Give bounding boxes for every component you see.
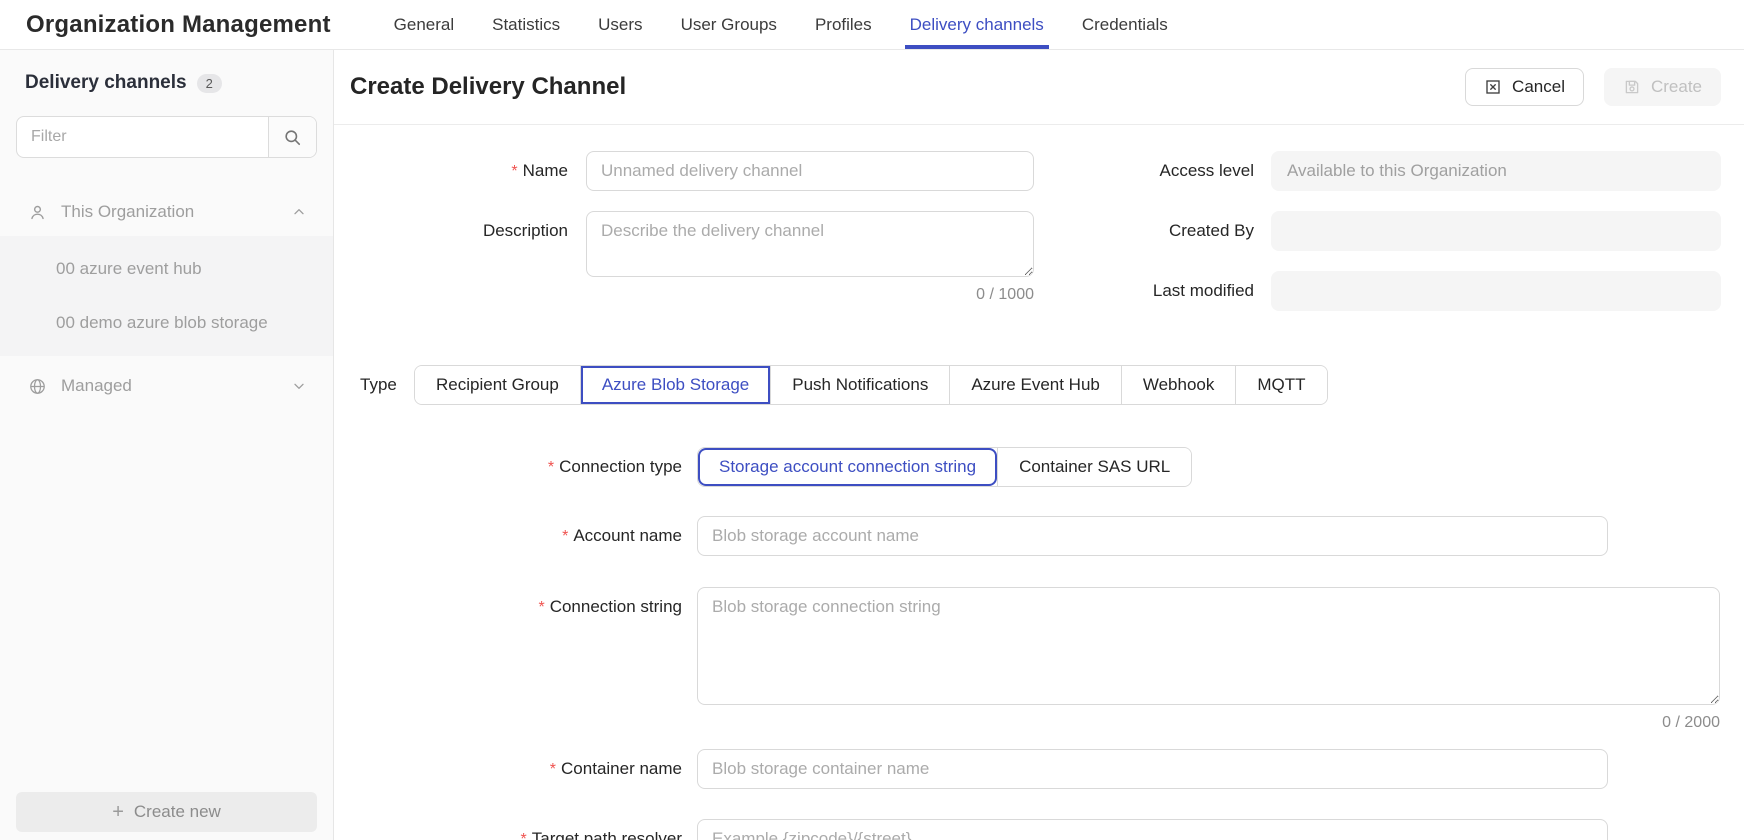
sidebar-group-this-organization[interactable]: This Organization <box>0 188 333 236</box>
connection-string-row: *Connection string 0 / 2000 <box>334 587 1721 732</box>
plus-icon: + <box>112 802 124 822</box>
sidebar-group-label: This Organization <box>61 202 291 222</box>
chevron-up-icon[interactable] <box>291 204 307 220</box>
type-option-recipient-group[interactable]: Recipient Group <box>415 366 580 404</box>
filter-input[interactable] <box>17 117 268 157</box>
sidebar-item-00-demo-azure-blob-storage[interactable]: 00 demo azure blob storage <box>0 296 333 350</box>
target-path-resolver-input[interactable] <box>697 819 1608 840</box>
target-path-resolver-label: *Target path resolver <box>334 819 682 840</box>
created-by-value <box>1271 211 1721 251</box>
top-nav: Organization Management General Statistic… <box>0 0 1744 50</box>
description-label: Description <box>334 211 568 241</box>
connection-type-label: *Connection type <box>334 447 682 477</box>
sidebar-heading: Delivery channels <box>25 72 187 94</box>
app-title: Organization Management <box>0 11 331 39</box>
account-name-row: *Account name <box>334 516 1721 556</box>
name-field-row: *Name <box>334 151 1034 191</box>
type-option-azure-event-hub[interactable]: Azure Event Hub <box>949 366 1121 404</box>
name-input[interactable] <box>586 151 1034 191</box>
description-counter: 0 / 1000 <box>586 286 1034 304</box>
type-option-webhook[interactable]: Webhook <box>1121 366 1236 404</box>
sidebar-group-label: Managed <box>61 376 291 396</box>
save-icon <box>1623 78 1641 96</box>
sidebar: Delivery channels 2 <box>0 50 334 840</box>
name-label: *Name <box>334 151 568 181</box>
chevron-down-icon[interactable] <box>291 378 307 394</box>
nav-tab-user-groups[interactable]: User Groups <box>679 0 779 49</box>
nav-tab-credentials[interactable]: Credentials <box>1080 0 1170 49</box>
filter-box <box>16 116 317 158</box>
required-asterisk: * <box>562 528 568 545</box>
filter-search-button[interactable] <box>268 117 316 157</box>
last-modified-value <box>1271 271 1721 311</box>
container-name-input[interactable] <box>697 749 1608 789</box>
required-asterisk: * <box>511 163 517 180</box>
created-by-row: Created By <box>1074 211 1721 251</box>
sidebar-group-managed[interactable]: Managed <box>0 362 333 410</box>
page-header: Create Delivery Channel Cancel <box>334 50 1744 125</box>
create-channel-form: *Name Description 0 / 1000 <box>334 125 1744 840</box>
connection-type-row: *Connection type Storage account connect… <box>334 447 1721 487</box>
create-label: Create <box>1651 77 1702 97</box>
globe-icon <box>28 377 47 396</box>
connection-type-button-group: Storage account connection stringContain… <box>697 447 1192 487</box>
nav-tabs: General Statistics Users User Groups Profile… <box>375 0 1187 49</box>
search-icon <box>283 128 302 147</box>
close-square-icon <box>1484 78 1502 96</box>
person-icon <box>28 203 47 222</box>
description-textarea[interactable] <box>586 211 1034 277</box>
type-option-azure-blob-storage[interactable]: Azure Blob Storage <box>580 366 770 404</box>
last-modified-row: Last modified <box>1074 271 1721 311</box>
cancel-button[interactable]: Cancel <box>1465 68 1584 106</box>
last-modified-label: Last modified <box>1074 271 1254 301</box>
nav-tab-users[interactable]: Users <box>596 0 644 49</box>
access-level-row: Access level Available to this Organizat… <box>1074 151 1721 191</box>
account-name-input[interactable] <box>697 516 1608 556</box>
main-panel: Create Delivery Channel Cancel <box>334 50 1744 840</box>
container-name-row: *Container name <box>334 749 1721 789</box>
page-title: Create Delivery Channel <box>350 73 626 101</box>
channel-count-badge: 2 <box>197 74 222 93</box>
nav-tab-profiles[interactable]: Profiles <box>813 0 874 49</box>
type-option-push-notifications[interactable]: Push Notifications <box>770 366 949 404</box>
type-option-mqtt[interactable]: MQTT <box>1235 366 1326 404</box>
account-name-label: *Account name <box>334 516 682 546</box>
required-asterisk: * <box>538 599 544 616</box>
app-window: Organization Management General Statistic… <box>0 0 1744 840</box>
description-field-row: Description 0 / 1000 <box>334 211 1034 304</box>
connection-string-textarea[interactable] <box>697 587 1720 705</box>
access-level-label: Access level <box>1074 151 1254 181</box>
connection-type-option-storage-account-connection-string[interactable]: Storage account connection string <box>698 448 997 486</box>
target-path-resolver-row: *Target path resolver <box>334 819 1721 840</box>
channel-tree: This Organization 00 azure event hub00 d… <box>0 188 333 410</box>
channel-list: 00 azure event hub00 demo azure blob sto… <box>0 236 333 356</box>
access-level-value: Available to this Organization <box>1271 151 1721 191</box>
required-asterisk: * <box>548 459 554 476</box>
type-label: Type <box>360 375 414 395</box>
cancel-label: Cancel <box>1512 77 1565 97</box>
create-button[interactable]: Create <box>1604 68 1721 106</box>
container-name-label: *Container name <box>334 749 682 779</box>
sidebar-item-00-azure-event-hub[interactable]: 00 azure event hub <box>0 242 333 296</box>
nav-tab-delivery-channels[interactable]: Delivery channels <box>908 0 1046 49</box>
connection-string-label: *Connection string <box>334 587 682 617</box>
type-field-row: Type Recipient GroupAzure Blob StoragePu… <box>334 365 1721 405</box>
create-new-label: Create new <box>134 802 221 822</box>
type-button-group: Recipient GroupAzure Blob StoragePush No… <box>414 365 1328 405</box>
connection-string-counter: 0 / 2000 <box>697 714 1720 732</box>
required-asterisk: * <box>550 761 556 778</box>
required-asterisk: * <box>521 831 527 840</box>
nav-tab-general[interactable]: General <box>392 0 456 49</box>
nav-tab-statistics[interactable]: Statistics <box>490 0 562 49</box>
created-by-label: Created By <box>1074 211 1254 241</box>
connection-type-option-container-sas-url[interactable]: Container SAS URL <box>997 448 1191 486</box>
create-new-button[interactable]: + Create new <box>16 792 317 832</box>
